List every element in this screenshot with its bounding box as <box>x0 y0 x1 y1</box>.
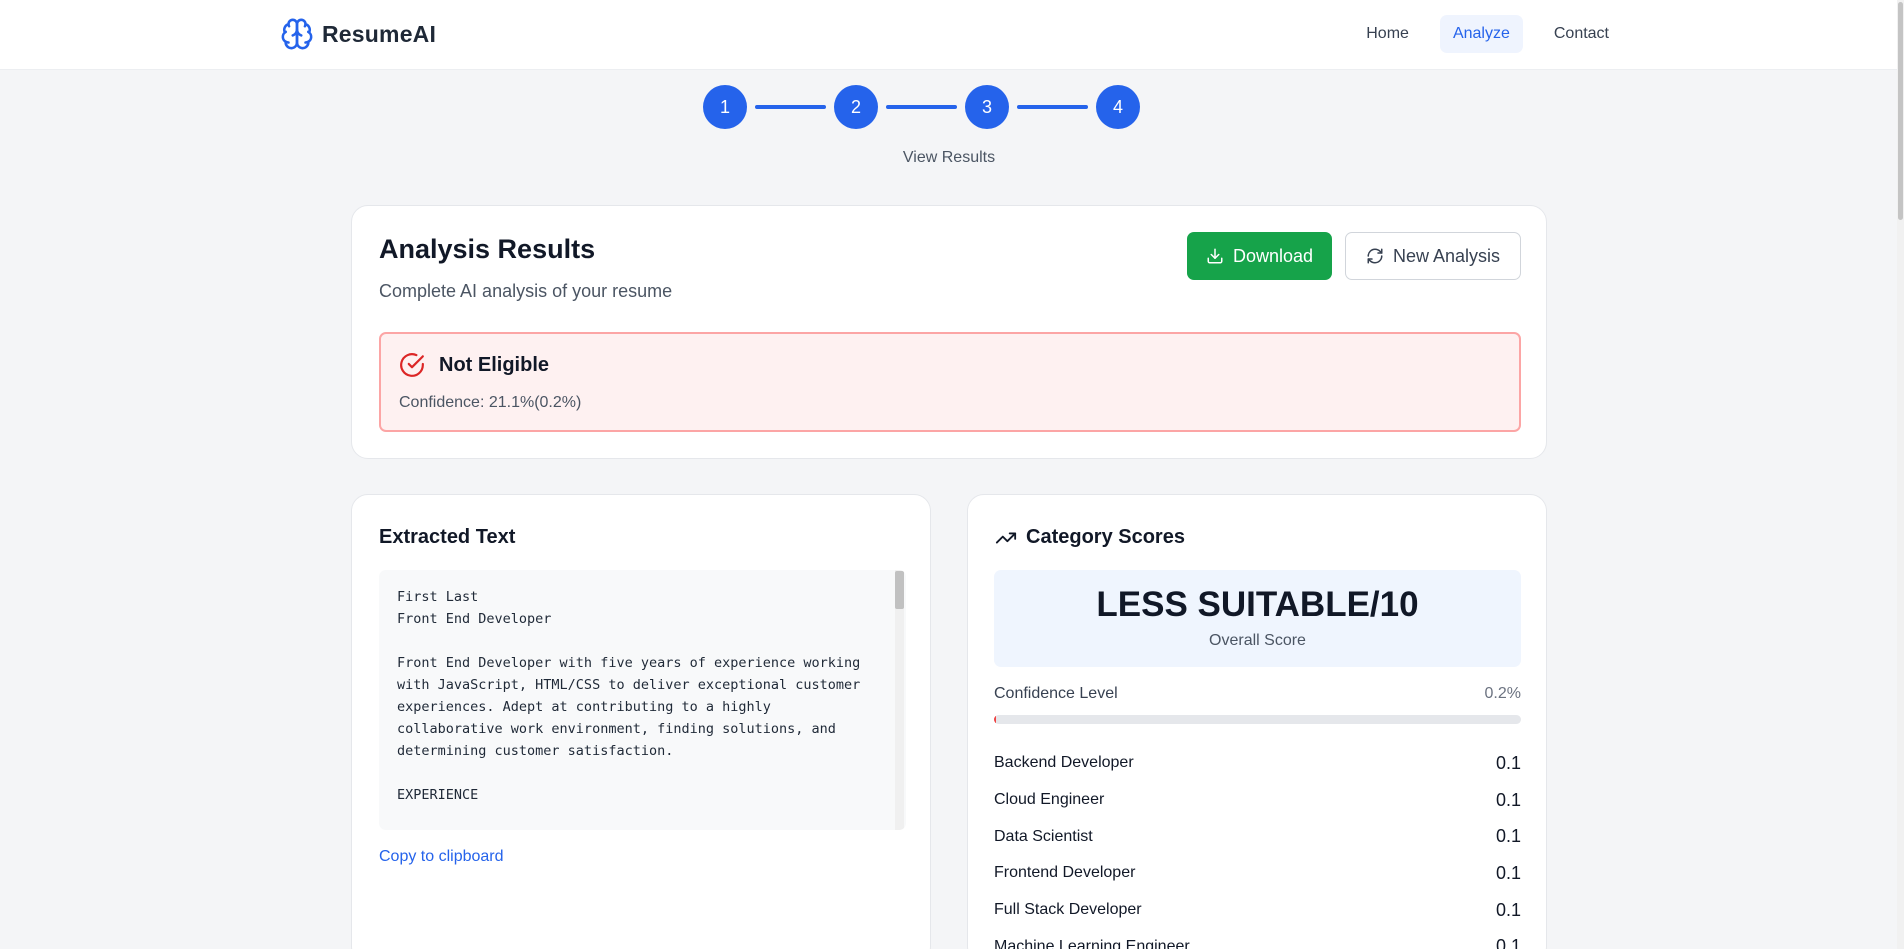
overall-score-label: Overall Score <box>1209 632 1306 649</box>
category-score: 0.1 <box>1495 862 1521 883</box>
category-score: 0.1 <box>1495 899 1521 920</box>
category-score: 0.1 <box>1495 826 1521 847</box>
copy-to-clipboard-link[interactable]: Copy to clipboard <box>379 848 504 866</box>
category-score: 0.1 <box>1495 789 1521 810</box>
confidence-progress-bar <box>994 715 1521 724</box>
brand-name: ResumeAI <box>322 20 437 47</box>
extracted-text-heading: Extracted Text <box>379 526 516 548</box>
trending-up-icon <box>995 532 1017 543</box>
page-scrollbar-thumb[interactable] <box>1898 2 1903 220</box>
nav-analyze[interactable]: Analyze <box>1439 15 1523 53</box>
category-name: Full Stack Developer <box>994 901 1142 919</box>
text-scrollbar-thumb[interactable] <box>895 571 904 609</box>
check-circle-icon <box>400 353 424 377</box>
download-label: Download <box>1232 245 1314 266</box>
confidence-level-row: Confidence Level 0.2% <box>994 685 1521 705</box>
confidence-level-value: 0.2% <box>1484 685 1521 702</box>
top-header: ResumeAI Home Analyze Contact <box>0 0 1904 70</box>
category-score-list: Backend Developer 0.1 Cloud Engineer 0.1 Dat… <box>994 745 1521 949</box>
confidence-progress-fill <box>994 715 997 724</box>
category-name: Frontend Developer <box>994 864 1136 882</box>
category-score-row: Cloud Engineer 0.1 <box>994 782 1521 819</box>
step-2: 2 <box>834 85 878 129</box>
eligibility-status: Not Eligible Confidence: 21.1%(0.2%) <box>379 332 1521 432</box>
status-title: Not Eligible <box>439 354 549 376</box>
category-scores-title: Category Scores <box>995 526 1185 549</box>
nav-contact[interactable]: Contact <box>1541 15 1622 53</box>
category-score: 0.1 <box>1495 936 1521 949</box>
category-score-row: Data Scientist 0.1 <box>994 818 1521 855</box>
confidence-level-label: Confidence Level <box>994 685 1118 702</box>
step-connector <box>755 105 826 109</box>
text-scrollbar[interactable] <box>895 570 904 830</box>
step-connector <box>1017 105 1088 109</box>
category-score-row: Frontend Developer 0.1 <box>994 855 1521 892</box>
brand[interactable]: ResumeAI <box>280 17 436 51</box>
category-scores-heading: Category Scores <box>1026 526 1185 548</box>
overall-score-box: LESS SUITABLE/10 Overall Score <box>994 570 1521 667</box>
extracted-text-card: Extracted Text First Last Front End Deve… <box>351 494 931 949</box>
category-name: Cloud Engineer <box>994 791 1105 809</box>
category-score-row: Backend Developer 0.1 <box>994 745 1521 782</box>
main-nav: Home Analyze Contact <box>1353 15 1622 53</box>
extracted-text-box[interactable]: First Last Front End Developer Front End… <box>379 570 906 830</box>
extracted-text-title: Extracted Text <box>379 526 515 549</box>
category-score-row: Machine Learning Engineer 0.1 <box>994 928 1521 949</box>
step-caption: View Results <box>902 149 996 166</box>
category-name: Backend Developer <box>994 754 1134 772</box>
new-analysis-button[interactable]: New Analysis <box>1345 232 1521 280</box>
category-scores-card: Category Scores LESS SUITABLE/10 Overall… <box>967 494 1547 949</box>
step-3: 3 <box>965 85 1009 129</box>
download-button[interactable]: Download <box>1187 232 1332 280</box>
extracted-text-content: First Last Front End Developer Front End… <box>397 589 861 803</box>
category-name: Data Scientist <box>994 827 1093 845</box>
page-subtitle: Complete AI analysis of your resume <box>379 281 673 301</box>
page-title: Analysis Results <box>379 234 596 264</box>
step-1: 1 <box>703 85 747 129</box>
category-score: 0.1 <box>1495 752 1521 773</box>
brain-icon <box>281 18 313 50</box>
progress-stepper: 1 2 3 4 <box>703 85 1140 129</box>
step-connector <box>886 105 957 109</box>
page-scrollbar[interactable] <box>1897 0 1904 949</box>
refresh-icon <box>1367 248 1383 264</box>
step-4: 4 <box>1096 85 1140 129</box>
analysis-results-card: Analysis Results Complete AI analysis of… <box>351 205 1547 459</box>
category-score-row: Full Stack Developer 0.1 <box>994 892 1521 929</box>
overall-score-value: LESS SUITABLE/10 <box>1096 585 1419 624</box>
new-analysis-label: New Analysis <box>1392 245 1501 266</box>
status-confidence: Confidence: 21.1%(0.2%) <box>399 394 582 411</box>
download-icon <box>1207 248 1223 264</box>
nav-home[interactable]: Home <box>1353 15 1422 53</box>
category-name: Machine Learning Engineer <box>994 937 1190 949</box>
